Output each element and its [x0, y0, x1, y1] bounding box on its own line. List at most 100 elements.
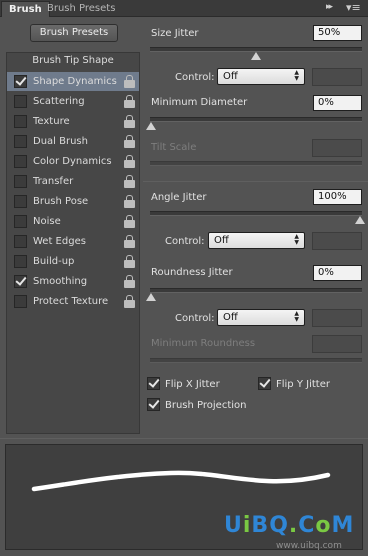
list-item-dual-brush[interactable]: Dual Brush: [7, 132, 139, 151]
list-item-noise[interactable]: Noise: [7, 212, 139, 231]
list-item-texture[interactable]: Texture: [7, 112, 139, 131]
angle-control-label: Control:: [165, 236, 205, 247]
roundness-control-value: Off: [223, 312, 238, 323]
smoothing-checkbox[interactable]: [14, 275, 27, 288]
list-item-label: Wet Edges: [33, 236, 86, 247]
watermark-logo: UiBQ.CoM: [224, 513, 354, 538]
list-item-label: Dual Brush: [33, 136, 88, 147]
tilt-scale-slider: [150, 161, 362, 166]
watermark: UiBQ.CoM www.uibq.com: [224, 513, 364, 553]
size-control-label: Control:: [175, 72, 215, 83]
brush-projection-label: Brush Projection: [165, 400, 247, 411]
divider: [0, 438, 368, 439]
min-diameter-slider-thumb[interactable]: [146, 122, 156, 130]
roundness-control-label: Control:: [175, 313, 215, 324]
roundness-jitter-field[interactable]: 0%: [313, 265, 362, 281]
list-item-smoothing[interactable]: Smoothing: [7, 272, 139, 291]
roundness-jitter-slider[interactable]: [150, 288, 362, 293]
texture-checkbox[interactable]: [14, 115, 27, 128]
lock-icon[interactable]: [124, 195, 135, 208]
size-jitter-label: Size Jitter: [151, 28, 199, 39]
min-roundness-field: [312, 335, 362, 353]
list-item-build-up[interactable]: Build-up: [7, 252, 139, 271]
list-item-label: Build-up: [33, 256, 75, 267]
tab-brush-presets[interactable]: Brush Presets: [40, 1, 122, 17]
list-item-shape-dynamics[interactable]: Shape Dynamics: [7, 72, 139, 91]
lock-icon[interactable]: [124, 275, 135, 288]
noise-checkbox[interactable]: [14, 215, 27, 228]
tilt-scale-label: Tilt Scale: [151, 142, 197, 153]
lock-icon[interactable]: [124, 155, 135, 168]
lock-icon[interactable]: [124, 235, 135, 248]
list-item-label: Smoothing: [33, 276, 88, 287]
list-item-scattering[interactable]: Scattering: [7, 92, 139, 111]
min-roundness-slider: [150, 358, 362, 363]
lock-icon[interactable]: [124, 135, 135, 148]
collapse-icon[interactable]: ▸▸: [326, 2, 333, 12]
watermark-letter: M: [331, 513, 355, 538]
angle-jitter-slider-thumb[interactable]: [355, 216, 365, 224]
roundness-control-select[interactable]: Off ▲ ▼: [217, 309, 305, 326]
brush-pose-checkbox[interactable]: [14, 195, 27, 208]
min-diameter-field[interactable]: 0%: [313, 95, 362, 111]
lock-icon[interactable]: [124, 75, 135, 88]
lock-icon[interactable]: [124, 95, 135, 108]
brush-tip-shape-item[interactable]: Brush Tip Shape: [6, 55, 140, 66]
roundness-jitter-slider-thumb[interactable]: [146, 293, 156, 301]
angle-jitter-slider[interactable]: [150, 211, 362, 216]
flip-y-checkbox[interactable]: [258, 377, 271, 390]
scattering-checkbox[interactable]: [14, 95, 27, 108]
flip-x-checkbox[interactable]: [147, 377, 160, 390]
list-item-color-dynamics[interactable]: Color Dynamics: [7, 152, 139, 171]
lock-icon[interactable]: [124, 215, 135, 228]
dropdown-arrows-icon: ▲ ▼: [294, 310, 299, 323]
brush-presets-button[interactable]: Brush Presets: [30, 24, 118, 42]
shape-dynamics-checkbox[interactable]: [14, 75, 27, 88]
list-item-transfer[interactable]: Transfer: [7, 172, 139, 191]
list-item-brush-pose[interactable]: Brush Pose: [7, 192, 139, 211]
brush-projection-checkbox[interactable]: [147, 398, 160, 411]
min-roundness-label: Minimum Roundness: [151, 338, 256, 349]
dropdown-arrows-icon: ▲ ▼: [294, 69, 299, 82]
dual-brush-checkbox[interactable]: [14, 135, 27, 148]
size-control-extra-field: [312, 68, 362, 86]
build-up-checkbox[interactable]: [14, 255, 27, 268]
protect-texture-checkbox[interactable]: [14, 295, 27, 308]
size-jitter-slider-thumb[interactable]: [251, 52, 261, 60]
list-item-label: Texture: [33, 116, 70, 127]
lock-icon[interactable]: [124, 255, 135, 268]
lock-icon[interactable]: [124, 115, 135, 128]
list-item-wet-edges[interactable]: Wet Edges: [7, 232, 139, 251]
watermark-letter: o: [315, 513, 332, 538]
flip-x-label: Flip X Jitter: [165, 379, 220, 390]
size-control-select[interactable]: Off ▲ ▼: [217, 68, 305, 85]
transfer-checkbox[interactable]: [14, 175, 27, 188]
tilt-scale-field: [312, 139, 362, 157]
min-diameter-slider[interactable]: [150, 117, 362, 122]
list-item-label: Color Dynamics: [33, 156, 112, 167]
list-item-label: Shape Dynamics: [33, 76, 117, 87]
divider: [143, 181, 368, 182]
list-item-label: Transfer: [33, 176, 74, 187]
angle-control-extra-field: [312, 232, 362, 250]
flip-y-label: Flip Y Jitter: [276, 379, 330, 390]
panel-menu-icon[interactable]: ▾≡: [346, 1, 361, 14]
size-control-value: Off: [223, 71, 238, 82]
list-item-label: Brush Pose: [33, 196, 89, 207]
wet-edges-checkbox[interactable]: [14, 235, 27, 248]
angle-control-value: Off: [214, 235, 229, 246]
size-jitter-field[interactable]: 50%: [313, 25, 362, 41]
watermark-letter: Q: [269, 513, 289, 538]
watermark-letter: U: [224, 513, 243, 538]
angle-control-select[interactable]: Off ▲ ▼: [208, 232, 305, 249]
lock-icon[interactable]: [124, 295, 135, 308]
roundness-control-extra-field: [312, 309, 362, 327]
lock-icon[interactable]: [124, 175, 135, 188]
angle-jitter-field[interactable]: 100%: [313, 189, 362, 205]
color-dynamics-checkbox[interactable]: [14, 155, 27, 168]
list-item-protect-texture[interactable]: Protect Texture: [7, 292, 139, 311]
list-item-label: Noise: [33, 216, 61, 227]
watermark-letter: B: [251, 513, 270, 538]
angle-jitter-label: Angle Jitter: [151, 192, 207, 203]
watermark-letter: C: [298, 513, 316, 538]
